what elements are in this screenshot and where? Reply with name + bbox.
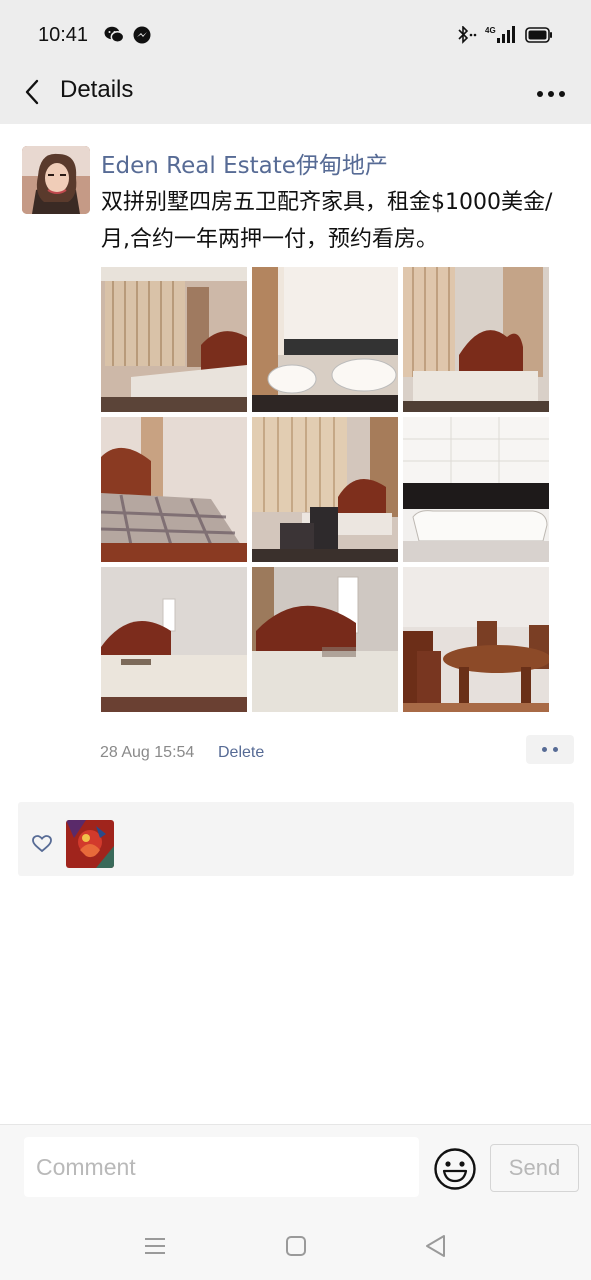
back-button[interactable] [14,74,50,114]
bedroom-curtains-photo [101,267,247,412]
post-timestamp: 28 Aug 15:54 [100,744,195,761]
status-bar: 10:41 4G [0,0,591,68]
photo-8[interactable] [252,567,398,712]
system-navigation-bar [0,1212,591,1280]
home-icon[interactable] [282,1232,310,1260]
poster-avatar[interactable] [22,146,90,214]
nav-bar: Details [0,68,591,124]
bedroom-carved-bed-2-photo [252,567,398,712]
more-icon [536,83,566,102]
dot-icon [553,747,558,752]
photo-1[interactable] [101,267,247,412]
status-time: 10:41 [38,24,89,46]
bedroom-carved-bed-photo [403,267,549,412]
photo-4[interactable] [101,417,247,562]
send-button[interactable]: Send [490,1144,579,1192]
bluetooth-icon [456,25,478,48]
menu-icon[interactable] [141,1232,169,1260]
back-icon[interactable] [422,1232,450,1260]
photo-7[interactable] [101,567,247,712]
comment-input[interactable] [24,1137,419,1197]
bathroom-bathtub-photo [403,417,549,562]
photo-2[interactable] [252,267,398,412]
dot-icon [542,747,547,752]
svg-text:4G: 4G [485,26,496,35]
emoji-icon[interactable] [433,1147,477,1191]
bedroom-plaid-bed-photo [101,417,247,562]
delete-link[interactable]: Delete [218,744,264,762]
photo-6[interactable] [403,417,549,562]
bedroom-window-bed-photo [101,567,247,712]
bedroom-desk-chair-photo [252,417,398,562]
messenger-icon [133,26,151,48]
heart-icon [32,835,52,857]
battery-icon [525,27,553,47]
bathroom-sink-tub-photo [252,267,398,412]
back-arrow-icon [24,79,40,109]
post-actions-button[interactable] [526,735,574,764]
poster-name[interactable]: Eden Real Estate伊甸地产 [101,146,388,180]
wechat-icon [104,26,125,48]
page-title: Details [60,76,134,103]
liker-avatar[interactable] [66,820,114,868]
more-button[interactable] [533,76,569,108]
dining-table-chairs-photo [403,567,549,712]
photo-5[interactable] [252,417,398,562]
photo-3[interactable] [403,267,549,412]
signal-icon: 4G [484,24,516,48]
photo-9[interactable] [403,567,549,712]
comment-bar: Send [0,1124,591,1212]
post-text: 双拼别墅四房五卫配齐家具，租金$1000美金/月,合约一年两押一付，预约看房。 [101,190,553,252]
photo-grid [101,267,549,712]
likes-panel [18,802,574,876]
